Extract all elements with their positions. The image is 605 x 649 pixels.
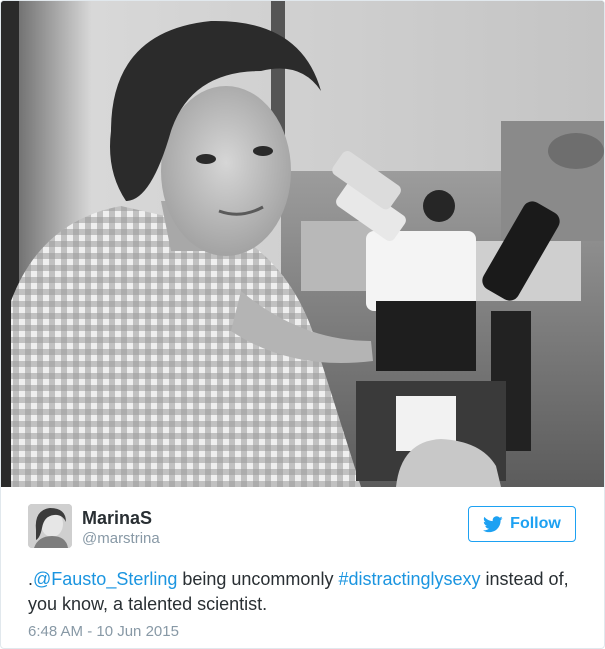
tweet-text: .@Fausto_Sterling being uncommonly #dist… (28, 567, 583, 617)
tweet-card: MarinaS @marstrina Follow .@Fausto_Sterl… (0, 0, 605, 649)
author-display-name[interactable]: MarinaS (82, 508, 152, 529)
hashtag-link[interactable]: #distractinglysexy (338, 569, 480, 589)
mention-link[interactable]: @Fausto_Sterling (33, 569, 177, 589)
tweet-text-middle: being uncommonly (177, 569, 339, 589)
follow-button[interactable]: Follow (468, 506, 576, 542)
tweet-timestamp[interactable]: 6:48 AM - 10 Jun 2015 (28, 623, 179, 640)
author-avatar[interactable] (28, 504, 72, 548)
tweet-header: MarinaS @marstrina Follow (28, 504, 588, 552)
twitter-bird-icon (483, 515, 503, 533)
author-handle[interactable]: @marstrina (82, 530, 160, 547)
follow-button-label: Follow (510, 515, 561, 532)
tweet-photo[interactable] (1, 1, 604, 487)
